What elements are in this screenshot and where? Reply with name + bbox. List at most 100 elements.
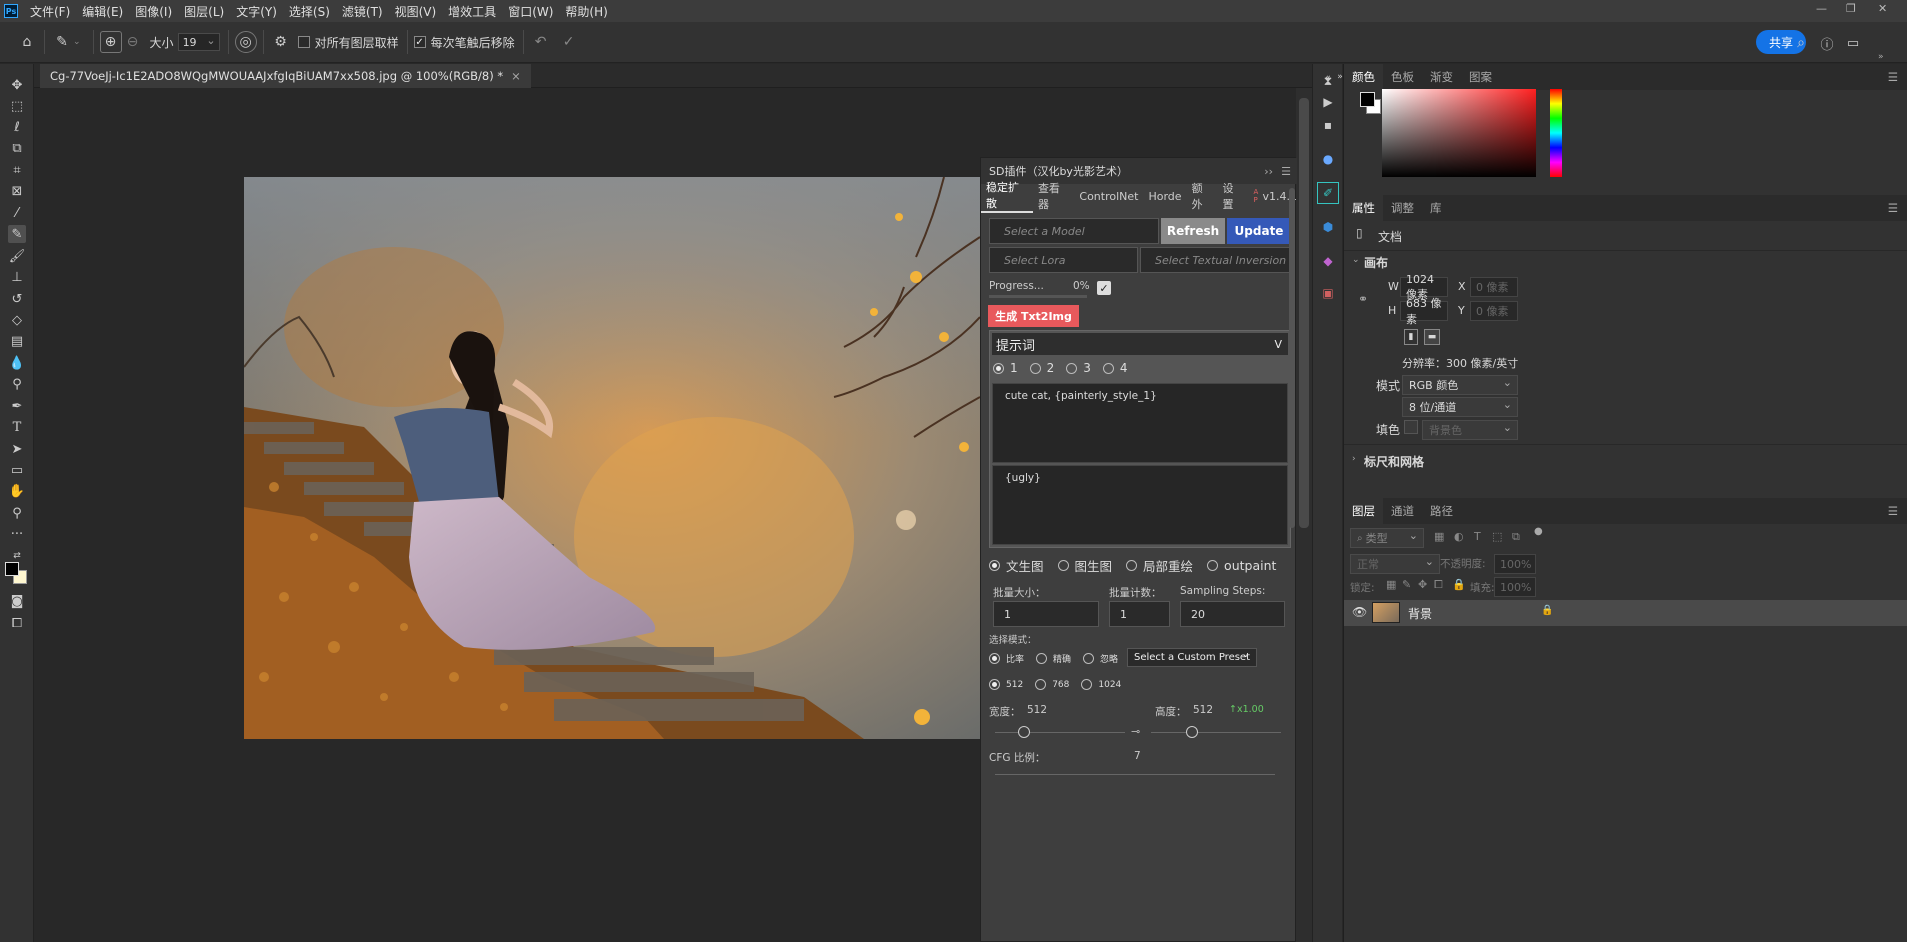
radio-icon[interactable] — [1081, 679, 1093, 690]
radio-icon[interactable] — [989, 653, 1000, 664]
fill-swatch[interactable] — [1404, 420, 1418, 434]
more-tools-icon[interactable]: ··· — [8, 525, 26, 543]
panel-collapse-icon[interactable]: ›› — [1264, 165, 1273, 178]
eraser-tool-icon[interactable]: ◇ — [8, 311, 26, 329]
eyedropper-tool-icon[interactable]: ⁄ — [8, 204, 26, 222]
menu-select[interactable]: 选择(S) — [283, 3, 336, 20]
filter-type-icon[interactable]: T — [1474, 530, 1481, 543]
width-slider-track[interactable] — [995, 732, 1125, 733]
custom-preset-select[interactable]: Select a Custom Preset ⌄ — [1127, 648, 1257, 667]
help-icon[interactable]: ⓘ — [1816, 32, 1838, 54]
radio-icon[interactable] — [989, 560, 1000, 571]
fill-select[interactable]: 背景色 — [1422, 420, 1518, 440]
progress-checkbox[interactable]: ✓ — [1097, 281, 1111, 295]
prompt-slot-3[interactable]: 3 — [1066, 361, 1091, 375]
size-1024[interactable]: 1024 — [1081, 679, 1121, 690]
size-768[interactable]: 768 — [1035, 679, 1069, 690]
size-dropdown-icon[interactable]: ⌄ — [206, 34, 215, 47]
menu-window[interactable]: 窗口(W) — [502, 3, 559, 20]
hand-tool-icon[interactable]: ✋ — [8, 482, 26, 500]
layer-filter-select[interactable]: ⌕ 类型 — [1350, 528, 1424, 548]
plugin-avatar-icon[interactable]: ◆ — [1317, 250, 1339, 272]
dodge-tool-icon[interactable]: ⚲ — [8, 375, 26, 393]
link-dimensions-icon[interactable]: ⊸ — [1131, 725, 1140, 738]
comments-icon[interactable]: ▪ — [1317, 114, 1339, 136]
tab-libraries[interactable]: 库 — [1422, 200, 1450, 216]
radio-icon[interactable] — [1036, 653, 1048, 664]
textual-inversion-select[interactable]: Select Textual Inversion — [1140, 247, 1291, 273]
y-field[interactable]: 0 像素 — [1470, 301, 1518, 321]
height-slider-track[interactable] — [1151, 732, 1281, 733]
spot-healing-tool-icon[interactable]: ✎ — [8, 225, 26, 243]
radio-icon[interactable] — [989, 679, 1000, 690]
blur-tool-icon[interactable]: 💧 — [8, 354, 26, 372]
screen-mode-icon[interactable]: ⧠ — [8, 614, 26, 632]
frame-tool-icon[interactable]: ⊠ — [8, 182, 26, 200]
settings-gear-icon[interactable]: ⚙ — [270, 31, 292, 53]
radio-icon[interactable] — [1029, 362, 1041, 374]
lock-transparency-icon[interactable]: ▦ — [1386, 578, 1396, 591]
mode-inpaint[interactable]: 局部重绘 — [1126, 556, 1193, 575]
menu-plugins[interactable]: 增效工具 — [442, 3, 502, 20]
home-icon[interactable]: ⌂ — [16, 31, 38, 53]
tab-layers[interactable]: 图层 — [1344, 498, 1383, 524]
close-tab-icon[interactable]: × — [511, 69, 521, 83]
history-icon[interactable]: ⧗ — [1317, 70, 1339, 92]
remove-after-stroke-checkbox[interactable]: ✓ 每次笔触后移除 — [413, 34, 515, 51]
portrait-icon[interactable]: ▮ — [1404, 329, 1418, 345]
layers-menu-icon[interactable]: ☰ — [1880, 504, 1906, 518]
tab-extra[interactable]: 额外 — [1187, 180, 1218, 212]
tab-settings[interactable]: 设置 — [1218, 180, 1249, 212]
blend-mode-select[interactable]: 正常 — [1350, 554, 1440, 574]
workspace-icon[interactable]: ▭ — [1842, 32, 1864, 54]
tab-viewer[interactable]: 查看器 — [1033, 180, 1074, 212]
quick-mask-icon[interactable]: ◙ — [8, 592, 26, 610]
lock-pixels-icon[interactable]: ✎ — [1402, 578, 1411, 591]
radio-icon[interactable] — [1102, 362, 1114, 374]
hue-slider[interactable] — [1550, 89, 1562, 177]
width-slider-knob[interactable] — [1018, 726, 1030, 738]
menu-help[interactable]: 帮助(H) — [559, 3, 613, 20]
color-panel-menu-icon[interactable]: ☰ — [1880, 70, 1906, 84]
radio-icon[interactable] — [1126, 560, 1138, 571]
radio-icon[interactable] — [1057, 560, 1069, 571]
checkbox-icon[interactable] — [297, 36, 310, 48]
history-brush-tool-icon[interactable]: ↺ — [8, 290, 26, 308]
selection-mode-ignore[interactable]: 忽略 — [1083, 652, 1118, 665]
panel-menu-icon[interactable]: ☰ — [1281, 165, 1291, 178]
mode-outpaint[interactable]: outpaint — [1207, 558, 1276, 573]
update-button[interactable]: Update — [1227, 218, 1291, 244]
tab-properties[interactable]: 属性 — [1344, 195, 1383, 221]
filter-adjust-icon[interactable]: ◐ — [1454, 530, 1464, 543]
prompt-slot-1[interactable]: 1 — [993, 361, 1018, 375]
tab-paths[interactable]: 路径 — [1422, 503, 1461, 519]
menu-type[interactable]: 文字(Y) — [230, 3, 283, 20]
color-mode-select[interactable]: RGB 颜色 — [1402, 375, 1518, 395]
prompt-textarea[interactable]: cute cat, {painterly_style_1} — [992, 383, 1288, 463]
size-512[interactable]: 512 — [989, 679, 1023, 690]
filter-shape-icon[interactable]: ⬚ — [1492, 530, 1502, 543]
plugin-sphere-icon[interactable]: ● — [1317, 148, 1339, 170]
batch-size-input[interactable]: 1 — [993, 601, 1099, 627]
x-field[interactable]: 0 像素 — [1470, 277, 1518, 297]
tab-channels[interactable]: 通道 — [1383, 503, 1422, 519]
radio-icon[interactable] — [1066, 362, 1078, 374]
radio-icon[interactable] — [993, 362, 1004, 374]
layer-fill-field[interactable]: 100% — [1494, 577, 1536, 597]
menu-edit[interactable]: 编辑(E) — [76, 3, 129, 20]
refresh-button[interactable]: Refresh — [1161, 218, 1225, 244]
marquee-tool-icon[interactable]: ⬚ — [8, 97, 26, 115]
document-image[interactable] — [244, 177, 980, 739]
maximize-button[interactable]: ❐ — [1846, 2, 1856, 15]
tool-preset-chevron-icon[interactable]: ⌄ — [73, 37, 81, 47]
bit-depth-select[interactable]: 8 位/通道 — [1402, 397, 1518, 417]
document-tab[interactable]: Cg-77VoeJj-Ic1E2ADO8WQgMWOUAAJxfgIqBiUAM… — [40, 64, 531, 88]
sampling-steps-input[interactable]: 20 — [1180, 601, 1285, 627]
selection-mode-precise[interactable]: 精确 — [1036, 652, 1071, 665]
plugin-art-icon[interactable]: ▣ — [1317, 282, 1339, 304]
height-slider-knob[interactable] — [1186, 726, 1198, 738]
sd-panel-scrollbar[interactable] — [1289, 188, 1295, 528]
mode-txt2img[interactable]: 文生图 — [989, 556, 1044, 575]
tab-horde[interactable]: Horde — [1143, 190, 1186, 203]
tab-adjustments[interactable]: 调整 — [1383, 200, 1422, 216]
